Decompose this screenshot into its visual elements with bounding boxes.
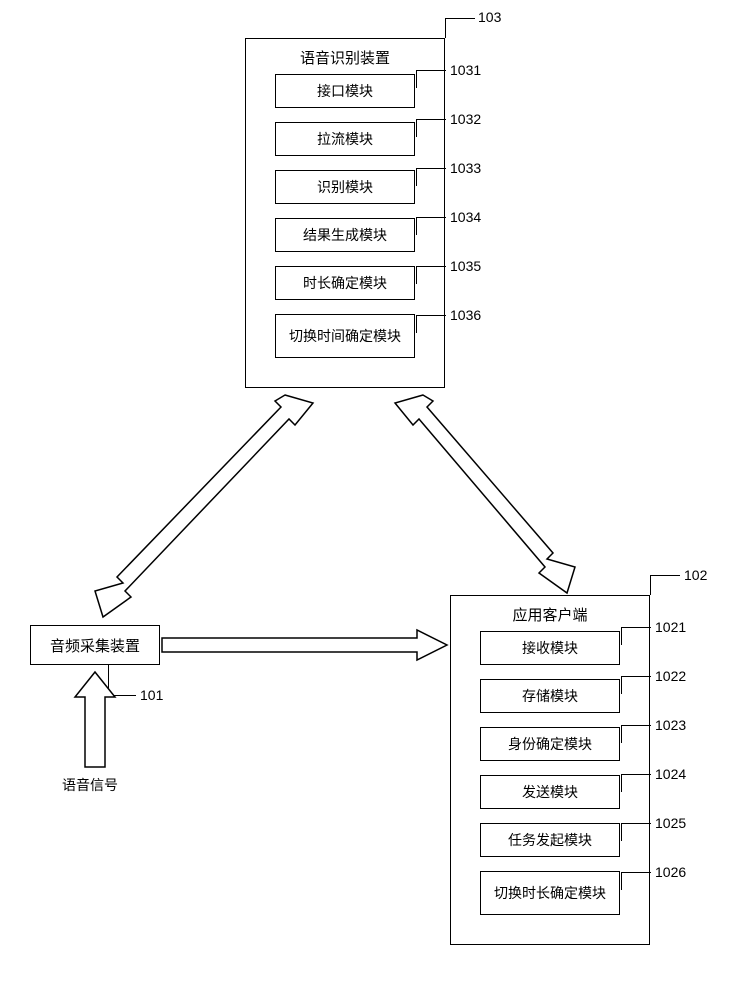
input-signal-label: 语音信号 (62, 775, 118, 795)
ref-1036: 1036 (450, 307, 481, 323)
module-interface: 接口模块 (275, 74, 415, 108)
ref-101: 101 (140, 687, 163, 703)
ref-1034: 1034 (450, 209, 481, 225)
audio-collector-box: 音频采集装置 (30, 625, 160, 665)
audio-collector-label: 音频采集装置 (50, 635, 140, 656)
module-pull-stream: 拉流模块 (275, 122, 415, 156)
ref-1025: 1025 (655, 815, 686, 831)
module-task-init: 任务发起模块 (480, 823, 620, 857)
ref-1026: 1026 (655, 864, 686, 880)
arrow-client-recognizer (395, 395, 575, 595)
speech-recognizer-title: 语音识别装置 (246, 39, 444, 74)
module-send: 发送模块 (480, 775, 620, 809)
arrow-collector-to-client (162, 630, 447, 660)
module-store: 存储模块 (480, 679, 620, 713)
ref-1023: 1023 (655, 717, 686, 733)
ref-1035: 1035 (450, 258, 481, 274)
module-recognition: 识别模块 (275, 170, 415, 204)
speech-recognizer-box: 语音识别装置 接口模块 拉流模块 识别模块 结果生成模块 时长确定模块 切换时间… (245, 38, 445, 388)
module-switch-time: 切换时间确定模块 (275, 314, 415, 358)
ref-1022: 1022 (655, 668, 686, 684)
arrow-signal-to-collector (75, 672, 115, 767)
ref-1032: 1032 (450, 111, 481, 127)
module-result-gen: 结果生成模块 (275, 218, 415, 252)
module-duration: 时长确定模块 (275, 266, 415, 300)
module-receive: 接收模块 (480, 631, 620, 665)
app-client-title: 应用客户端 (451, 596, 649, 631)
ref-1021: 1021 (655, 619, 686, 635)
ref-1033: 1033 (450, 160, 481, 176)
ref-1024: 1024 (655, 766, 686, 782)
ref-102: 102 (684, 567, 707, 583)
module-switch-duration: 切换时长确定模块 (480, 871, 620, 915)
ref-103: 103 (478, 9, 501, 25)
ref-1031: 1031 (450, 62, 481, 78)
app-client-box: 应用客户端 接收模块 存储模块 身份确定模块 发送模块 任务发起模块 切换时长确… (450, 595, 650, 945)
module-identity: 身份确定模块 (480, 727, 620, 761)
leader-103 (445, 18, 475, 38)
arrow-collector-recognizer (95, 395, 315, 620)
